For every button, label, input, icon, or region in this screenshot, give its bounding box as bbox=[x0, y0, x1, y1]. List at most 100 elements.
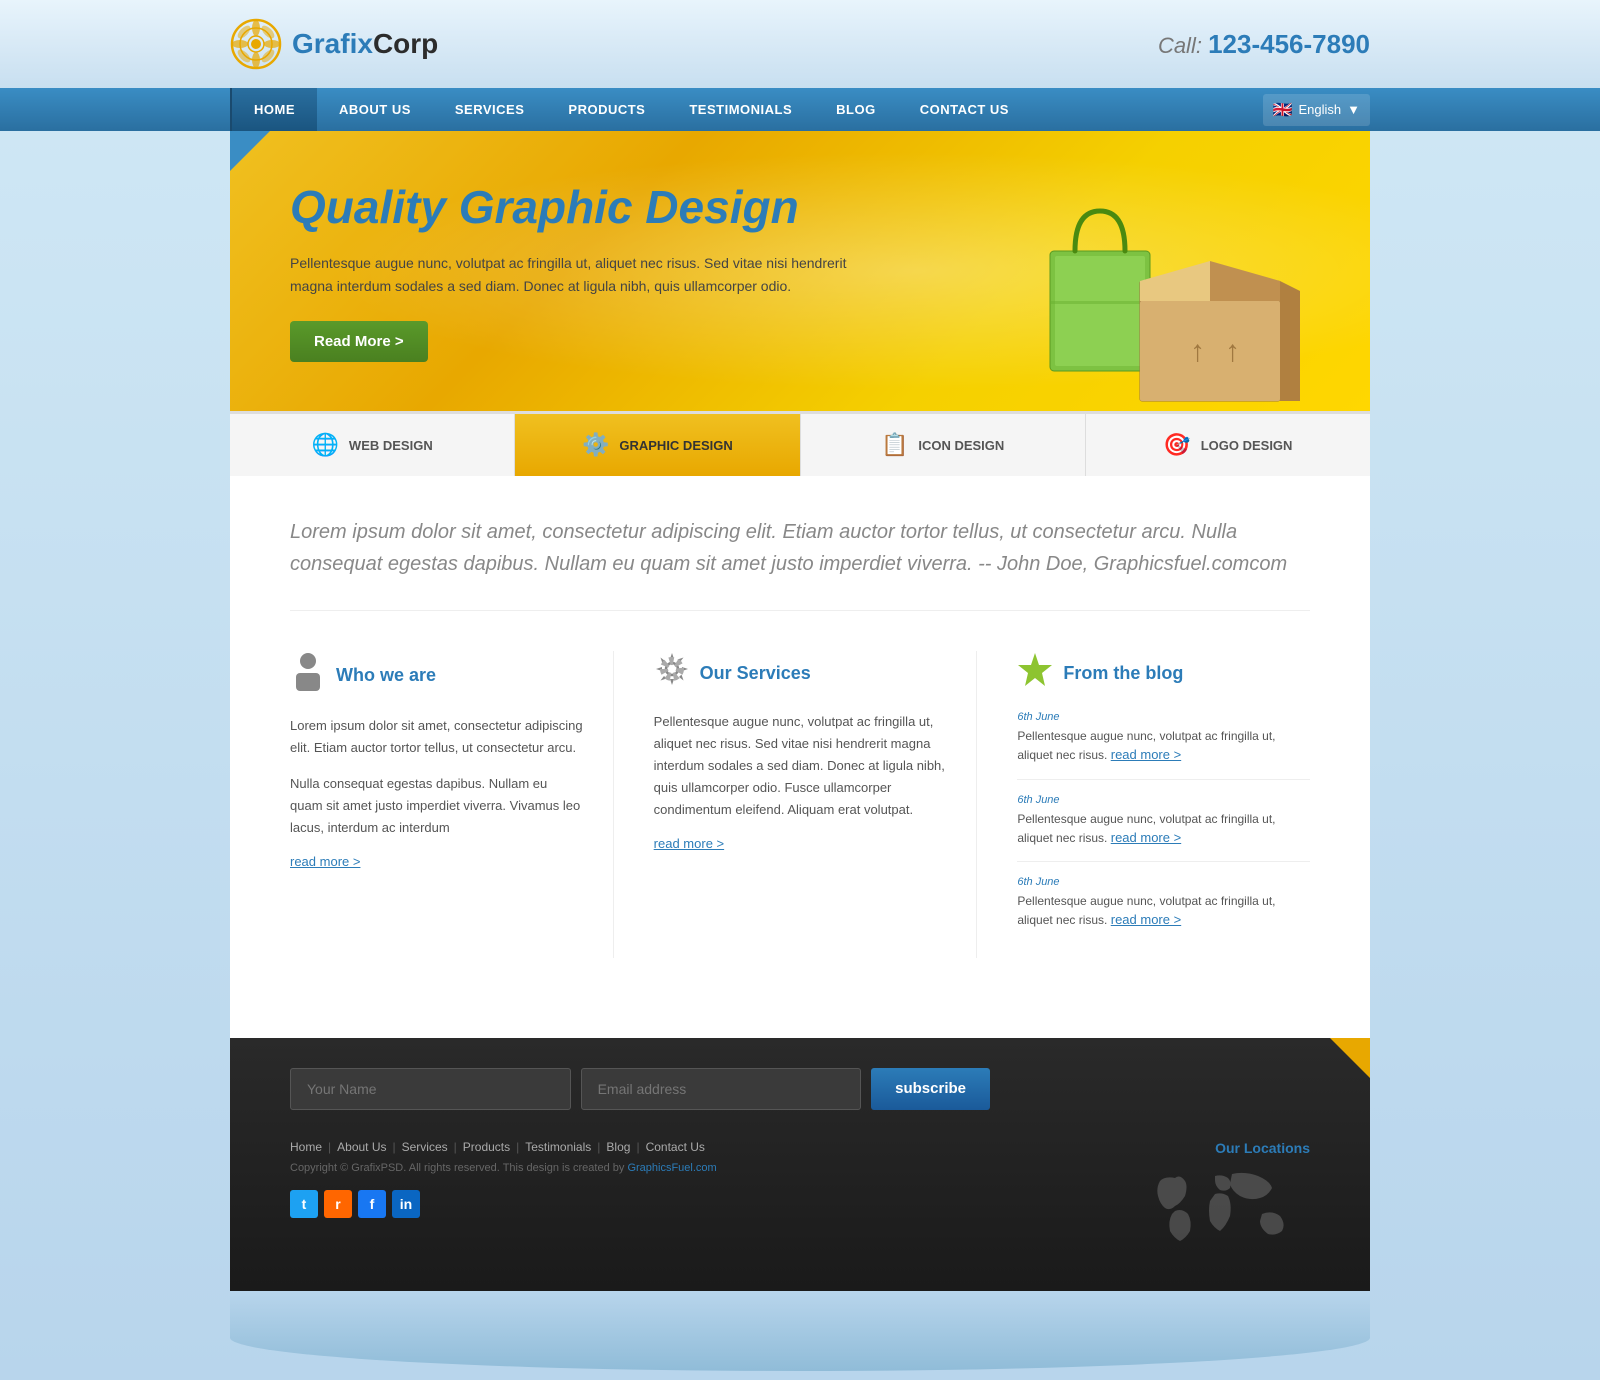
our-services-read-more[interactable]: read more > bbox=[654, 836, 724, 851]
person-icon bbox=[290, 651, 326, 699]
hero-corner-decoration bbox=[230, 131, 270, 171]
blog-read-more-1[interactable]: read more > bbox=[1111, 747, 1181, 762]
language-selector[interactable]: 🇬🇧 English ▼ bbox=[1263, 94, 1370, 126]
our-services-column: Our Services Pellentesque augue nunc, vo… bbox=[654, 651, 978, 958]
testimonial: Lorem ipsum dolor sit amet, consectetur … bbox=[290, 516, 1310, 611]
world-map bbox=[1150, 1166, 1310, 1261]
blog-date-2: 6th June bbox=[1017, 794, 1310, 806]
from-the-blog-title: From the blog bbox=[1063, 663, 1183, 684]
logo-design-icon: 🎯 bbox=[1163, 432, 1190, 458]
footer-bottom: Home | About Us | Services | Products | … bbox=[290, 1140, 1310, 1261]
who-we-are-title: Who we are bbox=[336, 665, 436, 686]
who-we-are-column: Who we are Lorem ipsum dolor sit amet, c… bbox=[290, 651, 614, 958]
blog-item-2: 6th June Pellentesque augue nunc, volutp… bbox=[1017, 794, 1310, 863]
graphicsfuel-link[interactable]: GraphicsFuel.com bbox=[627, 1162, 716, 1174]
language-label: English bbox=[1298, 102, 1341, 117]
footer-link-testimonials[interactable]: Testimonials bbox=[525, 1140, 591, 1154]
blog-date-3: 6th June bbox=[1017, 876, 1310, 888]
logo-grafix: Grafix bbox=[292, 28, 373, 59]
logo-text[interactable]: GrafixCorp bbox=[292, 28, 438, 60]
blog-read-more-2[interactable]: read more > bbox=[1111, 830, 1181, 845]
nav-testimonials[interactable]: TESTIMONIALS bbox=[667, 88, 814, 131]
locations-title: Our Locations bbox=[1150, 1140, 1310, 1156]
tab-graphic-design[interactable]: ⚙️ GRAPHIC DESIGN bbox=[515, 414, 800, 476]
main-nav: HOME ABOUT US SERVICES PRODUCTS TESTIMON… bbox=[0, 88, 1600, 131]
footer-nav-links: Home | About Us | Services | Products | … bbox=[290, 1140, 1150, 1154]
name-input[interactable] bbox=[290, 1068, 571, 1110]
blog-read-more-3[interactable]: read more > bbox=[1111, 912, 1181, 927]
services-gear-icon bbox=[654, 651, 690, 695]
locations-section: Our Locations bbox=[1150, 1140, 1310, 1261]
logo: GrafixCorp bbox=[230, 18, 438, 70]
flag-icon: 🇬🇧 bbox=[1273, 100, 1293, 120]
footer-links-left: Home | About Us | Services | Products | … bbox=[290, 1140, 1150, 1218]
phone-number: Call: 123-456-7890 bbox=[1158, 29, 1370, 60]
hero-image: ↑ ↑ bbox=[1000, 141, 1320, 411]
tab-icon-design[interactable]: 📋 ICON DESIGN bbox=[801, 414, 1086, 476]
from-the-blog-header: From the blog bbox=[1017, 651, 1310, 695]
copyright-text: Copyright © GrafixPSD. All rights reserv… bbox=[290, 1162, 1150, 1174]
our-services-text: Pellentesque augue nunc, volutpat ac fri… bbox=[654, 711, 947, 821]
subscribe-form: subscribe bbox=[290, 1068, 990, 1110]
our-services-header: Our Services bbox=[654, 651, 947, 695]
social-icons: t r f in bbox=[290, 1190, 1150, 1218]
svg-text:↑: ↑ bbox=[1225, 335, 1240, 368]
footer-curve bbox=[230, 1291, 1370, 1371]
subscribe-button[interactable]: subscribe bbox=[871, 1068, 990, 1110]
tab-logo-design-label: LOGO DESIGN bbox=[1201, 438, 1293, 453]
feature-columns: Who we are Lorem ipsum dolor sit amet, c… bbox=[290, 651, 1310, 958]
tab-logo-design[interactable]: 🎯 LOGO DESIGN bbox=[1086, 414, 1370, 476]
blog-text-2: Pellentesque augue nunc, volutpat ac fri… bbox=[1017, 810, 1310, 848]
header: GrafixCorp Call: 123-456-7890 bbox=[0, 0, 1600, 88]
nav-products[interactable]: PRODUCTS bbox=[546, 88, 667, 131]
nav-home[interactable]: HOME bbox=[230, 88, 317, 131]
blog-item-3: 6th June Pellentesque augue nunc, volutp… bbox=[1017, 876, 1310, 944]
footer: subscribe Home | About Us | Services | P… bbox=[230, 1038, 1370, 1291]
nav-links: HOME ABOUT US SERVICES PRODUCTS TESTIMON… bbox=[230, 88, 1031, 131]
footer-link-contact[interactable]: Contact Us bbox=[646, 1140, 705, 1154]
nav-about[interactable]: ABOUT US bbox=[317, 88, 433, 131]
footer-link-home[interactable]: Home bbox=[290, 1140, 322, 1154]
hero-title: Quality Graphic Design bbox=[290, 180, 851, 234]
footer-link-products[interactable]: Products bbox=[463, 1140, 510, 1154]
footer-link-blog[interactable]: Blog bbox=[606, 1140, 630, 1154]
icon-design-icon: 📋 bbox=[881, 432, 908, 458]
hero-content: Quality Graphic Design Pellentesque augu… bbox=[290, 180, 851, 362]
blog-text-1: Pellentesque augue nunc, volutpat ac fri… bbox=[1017, 727, 1310, 765]
footer-corner-decoration bbox=[1330, 1038, 1370, 1078]
footer-link-about[interactable]: About Us bbox=[337, 1140, 386, 1154]
svg-text:↑: ↑ bbox=[1190, 335, 1205, 368]
from-the-blog-column: From the blog 6th June Pellentesque augu… bbox=[1017, 651, 1310, 958]
tab-web-design-label: WEB DESIGN bbox=[349, 438, 433, 453]
hero-text: Pellentesque augue nunc, volutpat ac fri… bbox=[290, 252, 851, 297]
our-services-title: Our Services bbox=[700, 663, 811, 684]
email-input[interactable] bbox=[581, 1068, 862, 1110]
nav-contact[interactable]: CONTACT US bbox=[898, 88, 1031, 131]
web-design-icon: 🌐 bbox=[312, 432, 339, 458]
footer-link-services[interactable]: Services bbox=[402, 1140, 448, 1154]
logo-icon bbox=[230, 18, 282, 70]
nav-services[interactable]: SERVICES bbox=[433, 88, 547, 131]
dropdown-arrow-icon: ▼ bbox=[1347, 102, 1360, 117]
twitter-icon[interactable]: t bbox=[290, 1190, 318, 1218]
who-we-are-read-more[interactable]: read more > bbox=[290, 854, 360, 869]
star-icon bbox=[1017, 651, 1053, 695]
content-area: Lorem ipsum dolor sit amet, consectetur … bbox=[230, 476, 1370, 1038]
hero-banner: Quality Graphic Design Pellentesque augu… bbox=[230, 131, 1370, 411]
linkedin-icon[interactable]: in bbox=[392, 1190, 420, 1218]
rss-icon[interactable]: r bbox=[324, 1190, 352, 1218]
who-we-are-text1: Lorem ipsum dolor sit amet, consectetur … bbox=[290, 715, 583, 759]
tab-graphic-design-label: GRAPHIC DESIGN bbox=[619, 438, 732, 453]
blog-item-1: 6th June Pellentesque augue nunc, volutp… bbox=[1017, 711, 1310, 780]
graphic-design-icon: ⚙️ bbox=[582, 432, 609, 458]
nav-blog[interactable]: BLOG bbox=[814, 88, 898, 131]
service-tabs: 🌐 WEB DESIGN ⚙️ GRAPHIC DESIGN 📋 ICON DE… bbox=[230, 411, 1370, 476]
tab-web-design[interactable]: 🌐 WEB DESIGN bbox=[230, 414, 515, 476]
logo-corp: Corp bbox=[373, 28, 438, 59]
who-we-are-header: Who we are bbox=[290, 651, 583, 699]
blog-text-3: Pellentesque augue nunc, volutpat ac fri… bbox=[1017, 892, 1310, 930]
hero-read-more-button[interactable]: Read More > bbox=[290, 321, 428, 362]
who-we-are-text2: Nulla consequat egestas dapibus. Nullam … bbox=[290, 773, 583, 839]
facebook-icon[interactable]: f bbox=[358, 1190, 386, 1218]
blog-date-1: 6th June bbox=[1017, 711, 1310, 723]
